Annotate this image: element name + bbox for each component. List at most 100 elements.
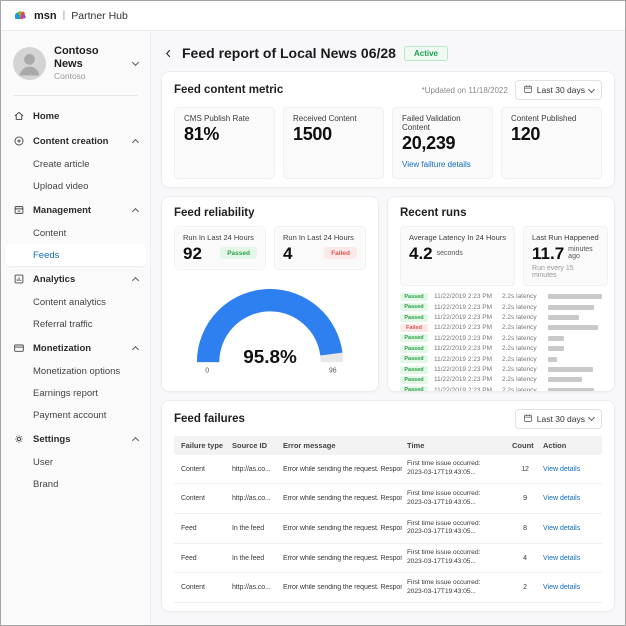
- sidebar-item-monetization[interactable]: Monetization: [1, 336, 150, 360]
- run-latency: 2.2s latency: [502, 376, 542, 383]
- run-duration-bar: [548, 357, 557, 362]
- source-id-cell: http://as.co...: [232, 495, 278, 502]
- run-latency: 2.2s latency: [502, 314, 542, 321]
- failure-table-row: Contenthttp://as.co...Error while sendin…: [174, 573, 602, 603]
- count-cell: 4: [512, 555, 538, 562]
- run-row: Passed11/22/2019 2:23 PM2.2s latency: [400, 376, 602, 384]
- app-window: msn | Partner Hub Contoso News Contoso: [0, 0, 626, 626]
- time-line-2: 2023-03-17T19:43:05...: [407, 558, 507, 567]
- failure-table-row: Content http://as.co... Error while sendin…: [174, 484, 602, 514]
- sidebar-item-upload-video[interactable]: Upload video: [1, 175, 150, 197]
- stat-label: Average Latency In 24 Hours: [409, 233, 506, 242]
- brand-divider: |: [63, 10, 66, 21]
- reliability-stat-tile: Run In Last 24 Hours 4Failed: [274, 226, 366, 270]
- view-details-link[interactable]: View details: [543, 584, 595, 591]
- msn-butterfly-logo-icon: [13, 10, 28, 22]
- sidebar-item-monetization-options[interactable]: Monetization options: [1, 360, 150, 382]
- sidebar-item-label: Brand: [33, 479, 58, 490]
- run-status-badge: Passed: [400, 334, 428, 342]
- run-result-badge: Passed: [220, 247, 257, 259]
- sidebar-item-label: Content analytics: [33, 297, 106, 308]
- sidebar-item-brand[interactable]: Brand: [1, 473, 150, 495]
- sidebar-item-label: Referral traffic: [33, 319, 92, 330]
- run-row: Failed11/22/2019 2:23 PM2.2s latency: [400, 324, 602, 332]
- view-details-link[interactable]: View details: [543, 466, 595, 473]
- metric-tile-received-content: Received Content1500: [283, 107, 384, 179]
- run-status-badge: Passed: [400, 314, 428, 322]
- stat-label: Last Run Happened: [532, 233, 599, 242]
- sidebar-item-label: Analytics: [33, 274, 75, 285]
- metric-label: Failed Validation Content: [402, 114, 483, 132]
- page-header: Feed report of Local News 06/28 Active: [161, 41, 615, 71]
- sidebar-item-analytics[interactable]: Analytics: [1, 267, 150, 291]
- sidebar-item-management[interactable]: Management: [1, 198, 150, 222]
- stat-label: Run In Last 24 Hours: [283, 233, 357, 242]
- sidebar-item-label: Home: [33, 111, 59, 122]
- time-cell: First time issue occurred:2023-03-17T19:…: [407, 520, 507, 538]
- sidebar-item-user[interactable]: User: [1, 451, 150, 473]
- chevron-up-icon: [132, 437, 139, 444]
- sidebar-item-payment-account[interactable]: Payment account: [1, 404, 150, 426]
- run-row: Passed11/22/2019 2:23 PM2.2s latency: [400, 386, 602, 391]
- view-details-link[interactable]: View details: [543, 495, 595, 502]
- content-creation-icon: [13, 135, 26, 147]
- metric-label: Received Content: [293, 114, 374, 123]
- failure-type-cell: Content: [181, 584, 227, 591]
- view-details-link[interactable]: View details: [543, 525, 595, 532]
- sidebar-item-create-article[interactable]: Create article: [1, 153, 150, 175]
- back-button[interactable]: [163, 48, 174, 59]
- failures-date-range-selector[interactable]: Last 30 days: [515, 409, 602, 429]
- sidebar-item-content-creation[interactable]: Content creation: [1, 129, 150, 153]
- status-badge: Active: [404, 46, 448, 61]
- time-line-1: First time issue occurred:: [407, 490, 507, 499]
- run-latency: 2.2s latency: [502, 293, 542, 300]
- run-timestamp: 11/22/2019 2:23 PM: [434, 356, 496, 363]
- failure-type-cell: Feed: [181, 525, 227, 532]
- run-timestamp: 11/22/2019 2:23 PM: [434, 376, 496, 383]
- stat-value: 11.7: [532, 245, 564, 262]
- sidebar-item-label: Create article: [33, 159, 90, 170]
- profile-name: Contoso News: [54, 45, 125, 71]
- count-cell: 2: [512, 584, 538, 591]
- profile-text: Contoso News Contoso: [54, 45, 125, 81]
- view-failure-details-link[interactable]: View failture details: [402, 160, 471, 169]
- run-status-badge: Passed: [400, 355, 428, 363]
- run-latency: 2.2s latency: [502, 387, 542, 392]
- app-name: Partner Hub: [71, 10, 128, 22]
- sidebar-item-content[interactable]: Content: [1, 222, 150, 244]
- run-duration-bar: [548, 388, 594, 392]
- account-switcher[interactable]: Contoso News Contoso: [1, 43, 150, 83]
- updated-timestamp: *Updated on 11/18/2022: [422, 86, 508, 95]
- sidebar: Contoso News Contoso Home Content creatio…: [1, 31, 151, 625]
- feed-failures-card: Feed failures Last 30 days Failure typeS…: [161, 400, 615, 612]
- stat-value-row: 4Failed: [283, 245, 357, 262]
- sidebar-item-home[interactable]: Home: [1, 104, 150, 128]
- page-title: Feed report of Local News 06/28: [182, 45, 396, 61]
- error-message-cell: Error while sending the request. Respons…: [283, 495, 402, 502]
- sidebar-item-content-analytics[interactable]: Content analytics: [1, 291, 150, 313]
- sidebar-item-feeds[interactable]: Feeds: [5, 244, 146, 266]
- time-cell: First time issue occurred:2023-03-17T19:…: [407, 460, 507, 478]
- error-message-cell: Error while sending the request. Respons…: [283, 525, 402, 532]
- feed-reliability-card: Feed reliability Run In Last 24 Hours92P…: [161, 196, 379, 392]
- sidebar-item-label: Content: [33, 228, 66, 239]
- run-timestamp: 11/22/2019 2:23 PM: [434, 345, 496, 352]
- view-details-link[interactable]: View details: [543, 555, 595, 562]
- sidebar-item-settings[interactable]: Settings: [1, 427, 150, 451]
- sidebar-item-referral-traffic[interactable]: Referral traffic: [1, 313, 150, 335]
- sidebar-item-earnings-report[interactable]: Earnings report: [1, 382, 150, 404]
- run-row: Passed11/22/2019 2:23 PM2.2s latency: [400, 366, 602, 374]
- run-timestamp: 11/22/2019 2:23 PM: [434, 304, 496, 311]
- sidebar-item-label: Monetization: [33, 343, 91, 354]
- failure-type-cell: Content: [181, 495, 227, 502]
- stat-unit: minutes ago: [568, 246, 599, 260]
- main-content: Feed report of Local News 06/28 Active F…: [151, 31, 625, 625]
- source-id-cell: http://as.co...: [232, 466, 278, 473]
- feed-content-metric-card: Feed content metric *Updated on 11/18/20…: [161, 71, 615, 188]
- reliability-stat-tile: Run In Last 24 Hours92Passed: [174, 226, 266, 270]
- avatar: [13, 47, 46, 80]
- date-range-selector[interactable]: Last 30 days: [515, 80, 602, 100]
- run-latency: 2.2s latency: [502, 335, 542, 342]
- error-message-cell: Error while sending the request. Respons…: [283, 584, 402, 591]
- run-duration-bar: [548, 294, 602, 299]
